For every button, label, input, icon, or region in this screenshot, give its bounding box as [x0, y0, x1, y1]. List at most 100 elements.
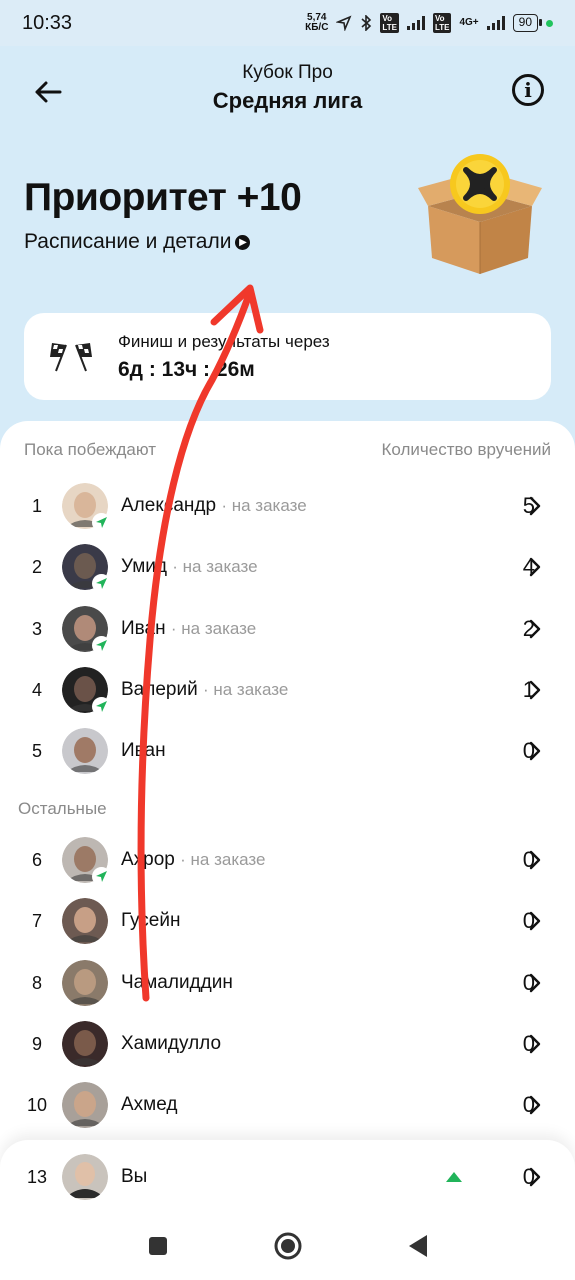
- bluetooth-icon: [361, 15, 372, 31]
- status-bar: 10:33 5,74 КБ/С Vo LTE Vo LTE 4G+ 90: [0, 0, 575, 46]
- header: Кубок Про Средняя лига i Приоритет +10 Р…: [0, 46, 575, 486]
- finish-flag-icon: [50, 343, 92, 372]
- leaderboard-row[interactable]: 9 Хамидулло 0: [0, 1017, 575, 1079]
- timer-label: Финиш и результаты через: [118, 332, 330, 351]
- driver-name-text: Иван: [121, 618, 166, 639]
- avatar: [62, 1082, 108, 1128]
- rank-number: 4: [31, 680, 42, 700]
- system-nav-bar: [0, 1212, 575, 1280]
- rank-number: 6: [31, 850, 42, 870]
- chevron-right-icon: [529, 911, 541, 931]
- rank-number: 7: [31, 911, 42, 931]
- leaderboard-row[interactable]: 7 Гусейн 0: [0, 894, 575, 956]
- driver-name-text: Гусейн: [121, 910, 181, 931]
- navigation-arrow-icon: [96, 517, 107, 528]
- status-time: 10:33: [22, 11, 73, 34]
- rank-number: 10: [26, 1095, 48, 1115]
- info-button[interactable]: i: [512, 74, 544, 106]
- navigation-arrow-icon: [96, 701, 107, 712]
- chevron-right-icon: [529, 1095, 541, 1115]
- circle-icon: [274, 1232, 301, 1260]
- driver-name-text: Хамидулло: [121, 1033, 222, 1054]
- driver-name-text: Умид: [121, 556, 167, 577]
- driver-name: Иван · на заказе: [121, 618, 256, 640]
- driver-name-text: Иван: [121, 740, 166, 761]
- volte-icon: Vo LTE: [380, 13, 399, 33]
- driver-name: Ахмед: [121, 1094, 177, 1116]
- rank-number: 2: [31, 557, 42, 577]
- winners-section-title: Пока побеждают: [24, 440, 157, 459]
- on-order-badge: [92, 867, 111, 886]
- driver-name: Чамалиддин: [121, 972, 233, 994]
- schedule-link[interactable]: Расписание и детали ▶: [24, 230, 251, 254]
- rank-number: 3: [31, 619, 42, 639]
- leaderboard-row[interactable]: 4 Валерий · на заказе 1: [0, 663, 575, 725]
- avatar: [62, 1021, 108, 1067]
- volte-icon-2: Vo LTE: [432, 13, 452, 33]
- chevron-right-circle-icon: ▶: [235, 234, 251, 250]
- driver-status: · на заказе: [202, 680, 289, 699]
- network-type: 4G+: [459, 17, 479, 28]
- rank-number: 9: [31, 1034, 42, 1054]
- on-order-badge: [92, 513, 111, 532]
- prize-box-illustration: [418, 154, 542, 274]
- priority-title: Приоритет +10: [24, 176, 302, 219]
- driver-name: Гусейн: [121, 910, 180, 932]
- leaderboard-row[interactable]: 6 Ахрор · на заказе 0: [0, 833, 575, 895]
- driver-name-text: Ахмед: [121, 1094, 178, 1115]
- rank-number: 13: [26, 1167, 48, 1187]
- back-nav-button[interactable]: [398, 1226, 438, 1266]
- navigation-arrow-icon: [96, 640, 107, 651]
- status-icons: 5,74 КБ/С Vo LTE Vo LTE 4G+ 90: [305, 13, 553, 33]
- driver-name-text: Александр: [121, 495, 217, 516]
- driver-name-text: Чамалиддин: [121, 972, 233, 993]
- chevron-right-icon: [529, 557, 541, 577]
- info-icon: i: [524, 78, 532, 102]
- driver-name-text: Ахрор: [121, 849, 175, 870]
- rank-number: 8: [31, 973, 42, 993]
- chevron-right-icon: [529, 973, 541, 993]
- leaderboard-row[interactable]: 8 Чамалиддин 0: [0, 956, 575, 1018]
- chevron-right-icon: [529, 680, 541, 700]
- home-button[interactable]: [268, 1226, 308, 1266]
- rank-up-icon: [446, 1172, 462, 1182]
- driver-name-text: Валерий: [121, 679, 198, 700]
- timer-card: Финиш и результаты через 6д : 13ч : 26м: [24, 313, 551, 400]
- on-order-badge: [92, 574, 111, 593]
- driver-name: Ахрор · на заказе: [121, 849, 266, 871]
- network-speed: 5,74 КБ/С: [305, 12, 329, 33]
- leaderboard-row[interactable]: 1 Александр · на заказе 5: [0, 479, 575, 541]
- count-column-header: Количество вручений: [381, 440, 551, 459]
- leaderboard-row[interactable]: 3 Иван · на заказе 2: [0, 602, 575, 664]
- leaderboard-sheet: Пока побеждают Количество вручений Остал…: [0, 421, 575, 1181]
- leaderboard-row[interactable]: 10 Ахмед 0: [0, 1078, 575, 1140]
- leaderboard-row[interactable]: 5 Иван 0: [0, 724, 575, 786]
- driver-name: Александр · на заказе: [121, 495, 307, 517]
- rank-number: 1: [31, 496, 42, 516]
- chevron-right-icon: [529, 619, 541, 639]
- avatar: [62, 728, 108, 774]
- chevron-right-icon: [529, 496, 541, 516]
- chevron-right-icon: [529, 1034, 541, 1054]
- battery-icon: 90: [512, 14, 543, 32]
- recents-button[interactable]: [138, 1226, 178, 1266]
- chevron-right-icon: [529, 850, 541, 870]
- driver-name: Вы: [121, 1166, 148, 1187]
- chevron-right-icon: [529, 1167, 541, 1187]
- avatar: [62, 1154, 108, 1200]
- chevron-right-icon: [529, 741, 541, 761]
- driver-status: · на заказе: [221, 496, 307, 515]
- avatar: [62, 898, 108, 944]
- league-title: Средняя лига: [212, 88, 363, 113]
- leaderboard-row[interactable]: 2 Умид · на заказе 4: [0, 540, 575, 602]
- timer-value: 6д : 13ч : 26м: [118, 358, 255, 381]
- driver-status: · на заказе: [180, 850, 266, 869]
- my-position-row[interactable]: 13 Вы 0: [0, 1150, 575, 1212]
- square-icon: [148, 1237, 167, 1255]
- cup-subtitle: Кубок Про: [242, 62, 333, 83]
- rank-number: 5: [31, 741, 42, 761]
- signal-icon: [406, 16, 425, 30]
- driver-name: Умид · на заказе: [121, 556, 258, 578]
- driver-name: Валерий · на заказе: [121, 679, 288, 701]
- on-order-badge: [92, 697, 111, 716]
